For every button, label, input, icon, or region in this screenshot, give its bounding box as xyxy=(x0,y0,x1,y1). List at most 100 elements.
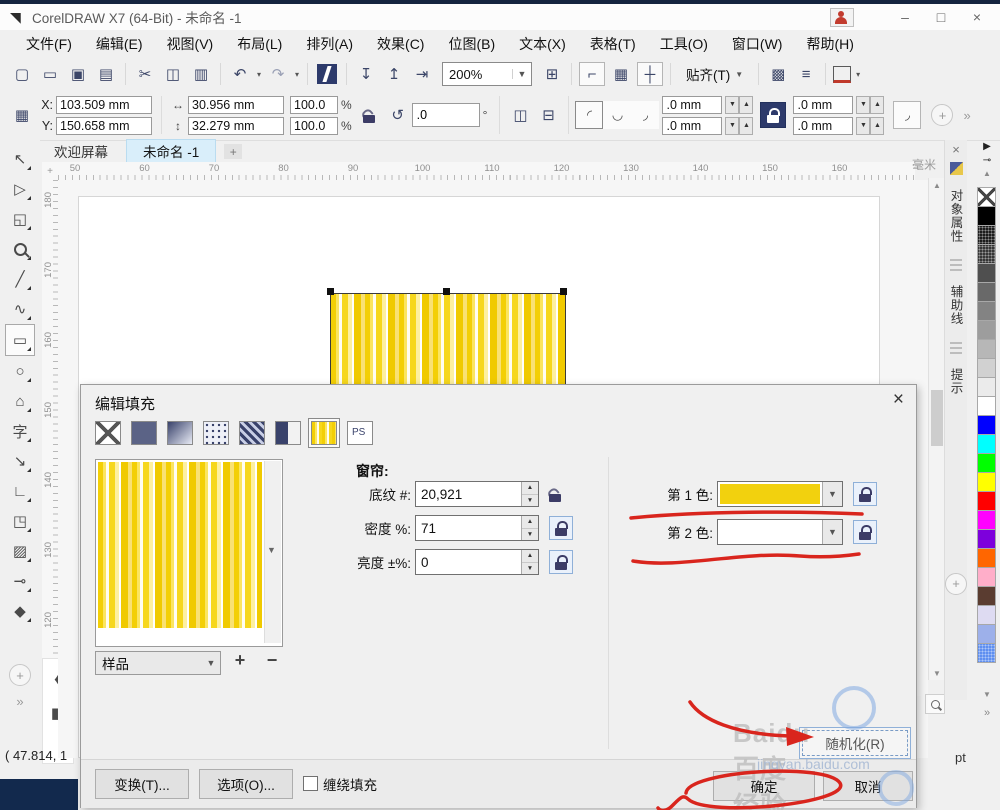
selected-rectangle-object[interactable] xyxy=(330,293,566,390)
density-field[interactable]: ▲▼ xyxy=(415,515,539,541)
lock-ratio-icon[interactable] xyxy=(362,108,376,123)
pick-tool[interactable]: ↖ xyxy=(6,144,34,174)
cut-icon[interactable]: ✂ xyxy=(133,63,157,85)
palette-swatch-#00ffff[interactable] xyxy=(977,434,996,454)
selection-handle-top-right[interactable] xyxy=(560,288,567,295)
shape-tool[interactable]: ▷ xyxy=(6,174,34,204)
ruler-origin-icon[interactable]: + xyxy=(42,162,59,181)
lock-button[interactable] xyxy=(853,482,877,506)
brightness-input[interactable] xyxy=(416,550,521,574)
tab-untitled-1[interactable]: 未命名 -1 xyxy=(126,139,217,162)
menu-item-5[interactable]: 效果(C) xyxy=(365,31,436,57)
second-color-picker[interactable]: ▼ xyxy=(717,519,843,545)
import-icon[interactable]: ↧ xyxy=(354,63,378,85)
density-input[interactable] xyxy=(416,516,521,540)
docker-tab-1[interactable]: 辅助线 xyxy=(947,277,966,334)
palette-swatch-#5f8ff0[interactable] xyxy=(977,643,996,663)
palette-swatch-#b7b7b7[interactable] xyxy=(977,339,996,359)
menu-item-8[interactable]: 表格(T) xyxy=(578,31,648,57)
menu-item-2[interactable]: 视图(V) xyxy=(155,31,226,57)
lock-button[interactable] xyxy=(853,520,877,544)
redo-icon[interactable]: ↷ xyxy=(266,63,290,85)
redo-dropdown-icon[interactable]: ▾ xyxy=(292,70,302,79)
two-color-pattern-fill-icon[interactable] xyxy=(275,421,301,445)
no-fill-icon[interactable] xyxy=(95,421,121,445)
chamfered-corner-icon[interactable]: ◞ xyxy=(631,101,660,129)
undo-dropdown-icon[interactable]: ▾ xyxy=(254,70,264,79)
texture-list-scrollbar[interactable]: ▼ xyxy=(264,461,281,643)
palette-swatch-#ff6600[interactable] xyxy=(977,548,996,568)
maximize-button[interactable]: □ xyxy=(930,9,952,25)
y-position-field[interactable] xyxy=(56,116,152,135)
transform-button[interactable]: 变换(T)... xyxy=(95,769,189,799)
close-button[interactable]: × xyxy=(966,9,988,25)
zoom-tool[interactable] xyxy=(6,234,34,264)
menu-item-9[interactable]: 工具(O) xyxy=(648,31,720,57)
spinner[interactable]: ▲ ▼ xyxy=(521,550,538,574)
chevron-down-icon[interactable]: ▼ xyxy=(512,69,531,79)
scale-y-field[interactable] xyxy=(290,116,338,135)
palette-swatch-none[interactable] xyxy=(977,187,996,207)
export-pdf-icon[interactable]: ⇥ xyxy=(410,63,434,85)
selection-handle-top-left[interactable] xyxy=(327,288,334,295)
color-eyedropper-tool[interactable]: ⊸ xyxy=(6,566,34,596)
tab-welcome-screen[interactable]: 欢迎屏幕 xyxy=(38,140,124,162)
texture-number-input[interactable] xyxy=(416,482,521,506)
spinner[interactable]: ▲ ▼ xyxy=(521,482,538,506)
spinner[interactable]: ▲ ▼ xyxy=(521,516,538,540)
palette-swatch-#4f4f4f[interactable] xyxy=(977,263,996,283)
object-styles-icon[interactable]: ≡ xyxy=(794,63,818,85)
texture-fill-icon[interactable] xyxy=(311,421,337,445)
brightness-field[interactable]: ▲▼ xyxy=(415,549,539,575)
copy-icon[interactable]: ◫ xyxy=(161,63,185,85)
options-button[interactable]: 选项(O)... xyxy=(199,769,293,799)
palette-swatch-#9db0ea[interactable] xyxy=(977,624,996,644)
spinner[interactable]: ▼ ▲ xyxy=(725,95,754,114)
show-guidelines-icon[interactable]: ┼ xyxy=(637,62,663,86)
docker-add-icon[interactable]: + xyxy=(945,572,967,595)
object-width-field[interactable] xyxy=(188,95,284,114)
new-document-icon[interactable]: ▢ xyxy=(10,63,34,85)
options-icon[interactable]: ▩ xyxy=(766,63,790,85)
chevron-down-icon[interactable]: ▼ xyxy=(822,482,842,506)
spinner[interactable]: ▼ ▲ xyxy=(725,116,754,135)
scroll-up-icon[interactable]: ▲ xyxy=(930,178,944,192)
transparency-tool[interactable]: ▨ xyxy=(6,536,34,566)
spinner[interactable]: ▼ ▲ xyxy=(856,95,885,114)
fountain-fill-icon[interactable] xyxy=(167,421,193,445)
navigator-zoom-icon[interactable] xyxy=(925,694,945,714)
corner-radius-lock-button[interactable] xyxy=(760,102,787,128)
chevron-down-icon[interactable]: ▾ xyxy=(853,70,863,79)
palette-swatch-#1c1c1c[interactable] xyxy=(977,225,996,245)
scalloped-corner-icon[interactable]: ◡ xyxy=(603,101,632,129)
open-icon[interactable]: ▭ xyxy=(38,63,62,85)
palette-swatch-#5a3c30[interactable] xyxy=(977,586,996,606)
docker-tab-0[interactable]: 对象属性 xyxy=(947,181,966,251)
palette-swatch-#7d00dc[interactable] xyxy=(977,529,996,549)
corner-radius-field-1[interactable] xyxy=(662,95,723,114)
rotation-angle-field[interactable] xyxy=(411,103,480,127)
palette-swatch-#0000ff[interactable] xyxy=(977,415,996,435)
polygon-tool[interactable]: ⌂ xyxy=(6,386,34,416)
expand-toolbox-icon[interactable]: » xyxy=(16,694,23,709)
add-library-button[interactable]: + xyxy=(229,650,251,671)
object-height-field[interactable] xyxy=(188,116,284,135)
palette-swatch-#9d9d9d[interactable] xyxy=(977,320,996,340)
search-content-icon[interactable] xyxy=(317,64,337,84)
lock-button[interactable] xyxy=(549,516,573,540)
chevron-down-icon[interactable]: ▼ xyxy=(822,520,842,544)
selection-handle-top-middle[interactable] xyxy=(443,288,450,295)
vertical-scrollbar[interactable]: ▲ ▼ xyxy=(928,178,945,680)
spinner[interactable]: ▼ ▲ xyxy=(856,116,885,135)
mirror-horizontal-icon[interactable]: ◫ xyxy=(508,104,532,126)
texture-library-combo[interactable]: 样品 ▼ xyxy=(95,651,221,675)
snap-to-menu-button[interactable]: 贴齐(T) ▼ xyxy=(680,62,749,86)
bitmap-pattern-fill-icon[interactable] xyxy=(239,421,265,445)
corner-radius-field-3[interactable] xyxy=(793,95,854,114)
scale-x-field[interactable] xyxy=(290,95,338,114)
undo-icon[interactable]: ↶ xyxy=(228,63,252,85)
smart-fill-tool[interactable]: ◆ xyxy=(6,596,34,626)
flyout-arrow-icon[interactable]: ▶ xyxy=(983,141,991,152)
show-grid-icon[interactable]: ▦ xyxy=(609,63,633,85)
dimension-tool[interactable]: ↘ xyxy=(6,446,34,476)
